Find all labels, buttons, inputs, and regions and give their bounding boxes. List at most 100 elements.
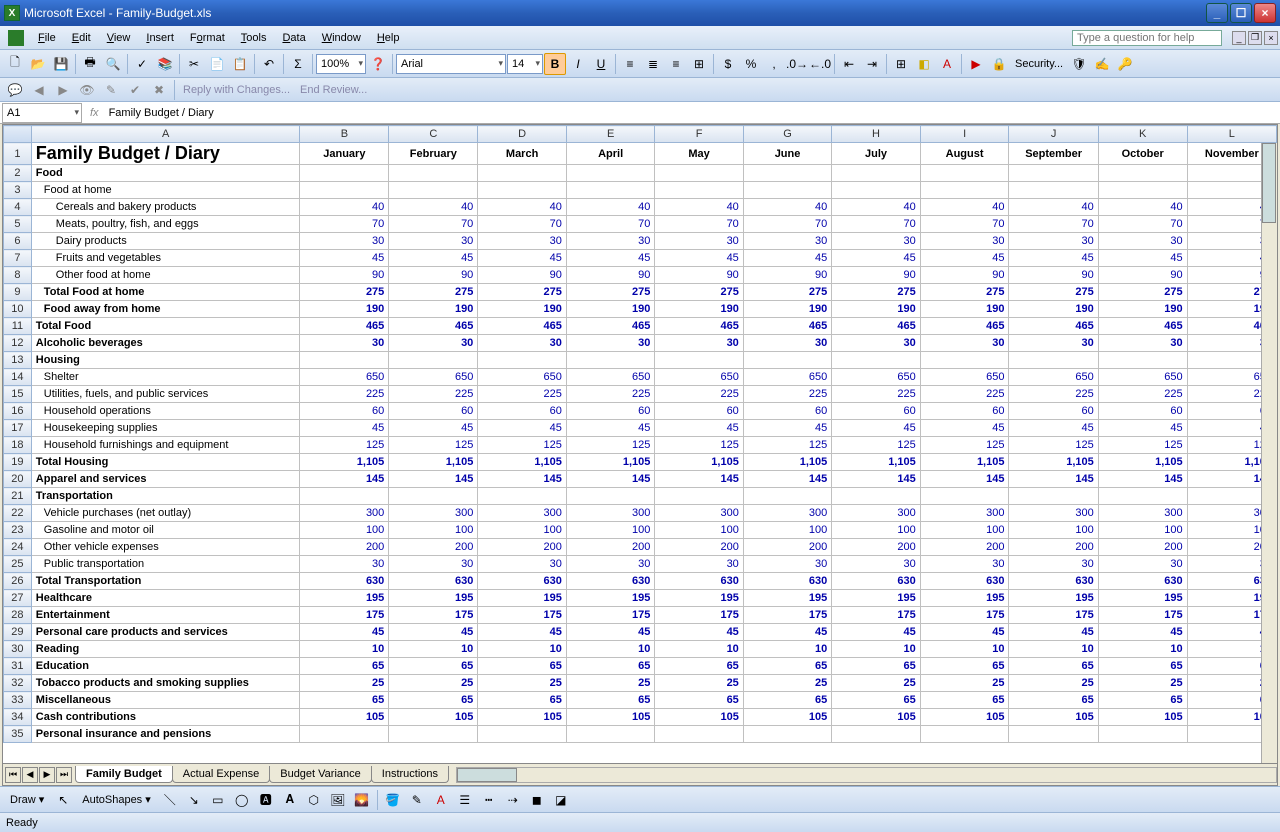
- cell-label[interactable]: Entertainment: [31, 607, 300, 624]
- cell-value[interactable]: 190: [566, 301, 654, 318]
- cell-label[interactable]: Food at home: [31, 182, 300, 199]
- menu-window[interactable]: Window: [314, 30, 369, 46]
- cell-value[interactable]: 70: [832, 216, 920, 233]
- cell-value[interactable]: [566, 726, 654, 743]
- menu-edit[interactable]: Edit: [64, 30, 99, 46]
- cut-button[interactable]: ✂: [183, 53, 205, 75]
- cell-label[interactable]: Household operations: [31, 403, 300, 420]
- cell-value[interactable]: [832, 165, 920, 182]
- cell-label[interactable]: Other vehicle expenses: [31, 539, 300, 556]
- cell-value[interactable]: 45: [566, 624, 654, 641]
- fx-icon[interactable]: fx: [84, 107, 105, 119]
- maximize-button[interactable]: ☐: [1230, 3, 1252, 23]
- cell-value[interactable]: 100: [1098, 522, 1187, 539]
- cell-value[interactable]: 65: [1009, 692, 1098, 709]
- cell-value[interactable]: 40: [920, 199, 1009, 216]
- minimize-button[interactable]: _: [1206, 3, 1228, 23]
- cell-value[interactable]: 10: [655, 641, 743, 658]
- cell-value[interactable]: 465: [478, 318, 567, 335]
- security-lock-icon[interactable]: 🔒: [988, 53, 1010, 75]
- col-header-B[interactable]: B: [300, 126, 389, 143]
- cell-value[interactable]: 25: [566, 675, 654, 692]
- cell-value[interactable]: 70: [389, 216, 478, 233]
- cell-value[interactable]: [1009, 182, 1098, 199]
- mdi-close-button[interactable]: ×: [1264, 31, 1278, 45]
- cell-value[interactable]: [1098, 488, 1187, 505]
- cell-value[interactable]: 105: [300, 709, 389, 726]
- cell-value[interactable]: 65: [389, 658, 478, 675]
- cell-value[interactable]: 630: [920, 573, 1009, 590]
- cell-value[interactable]: 1,105: [478, 454, 567, 471]
- cell-value[interactable]: 190: [832, 301, 920, 318]
- align-center-button[interactable]: ≣: [642, 53, 664, 75]
- cell-value[interactable]: [1098, 165, 1187, 182]
- cell-value[interactable]: 190: [389, 301, 478, 318]
- col-header-E[interactable]: E: [566, 126, 654, 143]
- cell-value[interactable]: 30: [1098, 335, 1187, 352]
- cell-label[interactable]: Vehicle purchases (net outlay): [31, 505, 300, 522]
- cell-value[interactable]: 195: [1009, 590, 1098, 607]
- cell-value[interactable]: 10: [1098, 641, 1187, 658]
- underline-button[interactable]: U: [590, 53, 612, 75]
- new-button[interactable]: 🗋: [4, 53, 26, 75]
- cell-value[interactable]: 145: [478, 471, 567, 488]
- cell-value[interactable]: 100: [832, 522, 920, 539]
- cell-value[interactable]: 275: [920, 284, 1009, 301]
- cell-value[interactable]: 45: [1098, 624, 1187, 641]
- cell-value[interactable]: 145: [655, 471, 743, 488]
- cell-label[interactable]: Total Housing: [31, 454, 300, 471]
- cell-value[interactable]: 465: [743, 318, 831, 335]
- cell-value[interactable]: 10: [920, 641, 1009, 658]
- col-header-C[interactable]: C: [389, 126, 478, 143]
- cell-value[interactable]: [920, 488, 1009, 505]
- menu-tools[interactable]: Tools: [233, 30, 275, 46]
- cell-label[interactable]: Shelter: [31, 369, 300, 386]
- cell-label[interactable]: Food: [31, 165, 300, 182]
- cell-value[interactable]: 145: [832, 471, 920, 488]
- cell-value[interactable]: 65: [566, 692, 654, 709]
- cell-value[interactable]: 175: [1009, 607, 1098, 624]
- cell-value[interactable]: 300: [655, 505, 743, 522]
- cell-label[interactable]: Personal insurance and pensions: [31, 726, 300, 743]
- cell-value[interactable]: [655, 726, 743, 743]
- cell-value[interactable]: 10: [389, 641, 478, 658]
- cell-value[interactable]: 200: [743, 539, 831, 556]
- cell-value[interactable]: [300, 182, 389, 199]
- cell-value[interactable]: 100: [389, 522, 478, 539]
- cell-value[interactable]: 225: [389, 386, 478, 403]
- month-header[interactable]: May: [655, 143, 743, 165]
- cell-value[interactable]: 45: [743, 250, 831, 267]
- cell-value[interactable]: 300: [920, 505, 1009, 522]
- cell-value[interactable]: 190: [478, 301, 567, 318]
- cell-value[interactable]: 300: [1098, 505, 1187, 522]
- cell-value[interactable]: 100: [655, 522, 743, 539]
- month-header[interactable]: August: [920, 143, 1009, 165]
- cell-value[interactable]: 25: [478, 675, 567, 692]
- cell-label[interactable]: Total Food at home: [31, 284, 300, 301]
- mdi-minimize-button[interactable]: _: [1232, 31, 1246, 45]
- cell-value[interactable]: 45: [832, 250, 920, 267]
- cell-value[interactable]: 30: [832, 233, 920, 250]
- row-header-28[interactable]: 28: [4, 607, 32, 624]
- row-header-5[interactable]: 5: [4, 216, 32, 233]
- cell-value[interactable]: 630: [1098, 573, 1187, 590]
- cell-value[interactable]: [920, 352, 1009, 369]
- print-button[interactable]: 🖶: [79, 53, 101, 75]
- cell-value[interactable]: 125: [389, 437, 478, 454]
- cell-value[interactable]: 195: [1098, 590, 1187, 607]
- cell-value[interactable]: 70: [1009, 216, 1098, 233]
- cell-value[interactable]: 40: [832, 199, 920, 216]
- cell-value[interactable]: 10: [566, 641, 654, 658]
- cell-value[interactable]: 30: [300, 556, 389, 573]
- cell-label[interactable]: Meats, poultry, fish, and eggs: [31, 216, 300, 233]
- cell-value[interactable]: [920, 165, 1009, 182]
- autosum-button[interactable]: Σ: [287, 53, 309, 75]
- cell-value[interactable]: 105: [743, 709, 831, 726]
- decrease-decimal-button[interactable]: ←.0: [809, 53, 831, 75]
- cell-value[interactable]: 45: [832, 624, 920, 641]
- cell-label[interactable]: Utilities, fuels, and public services: [31, 386, 300, 403]
- cell-value[interactable]: 65: [920, 658, 1009, 675]
- cell-value[interactable]: 200: [300, 539, 389, 556]
- cell-value[interactable]: 275: [743, 284, 831, 301]
- cell-value[interactable]: 1,105: [1009, 454, 1098, 471]
